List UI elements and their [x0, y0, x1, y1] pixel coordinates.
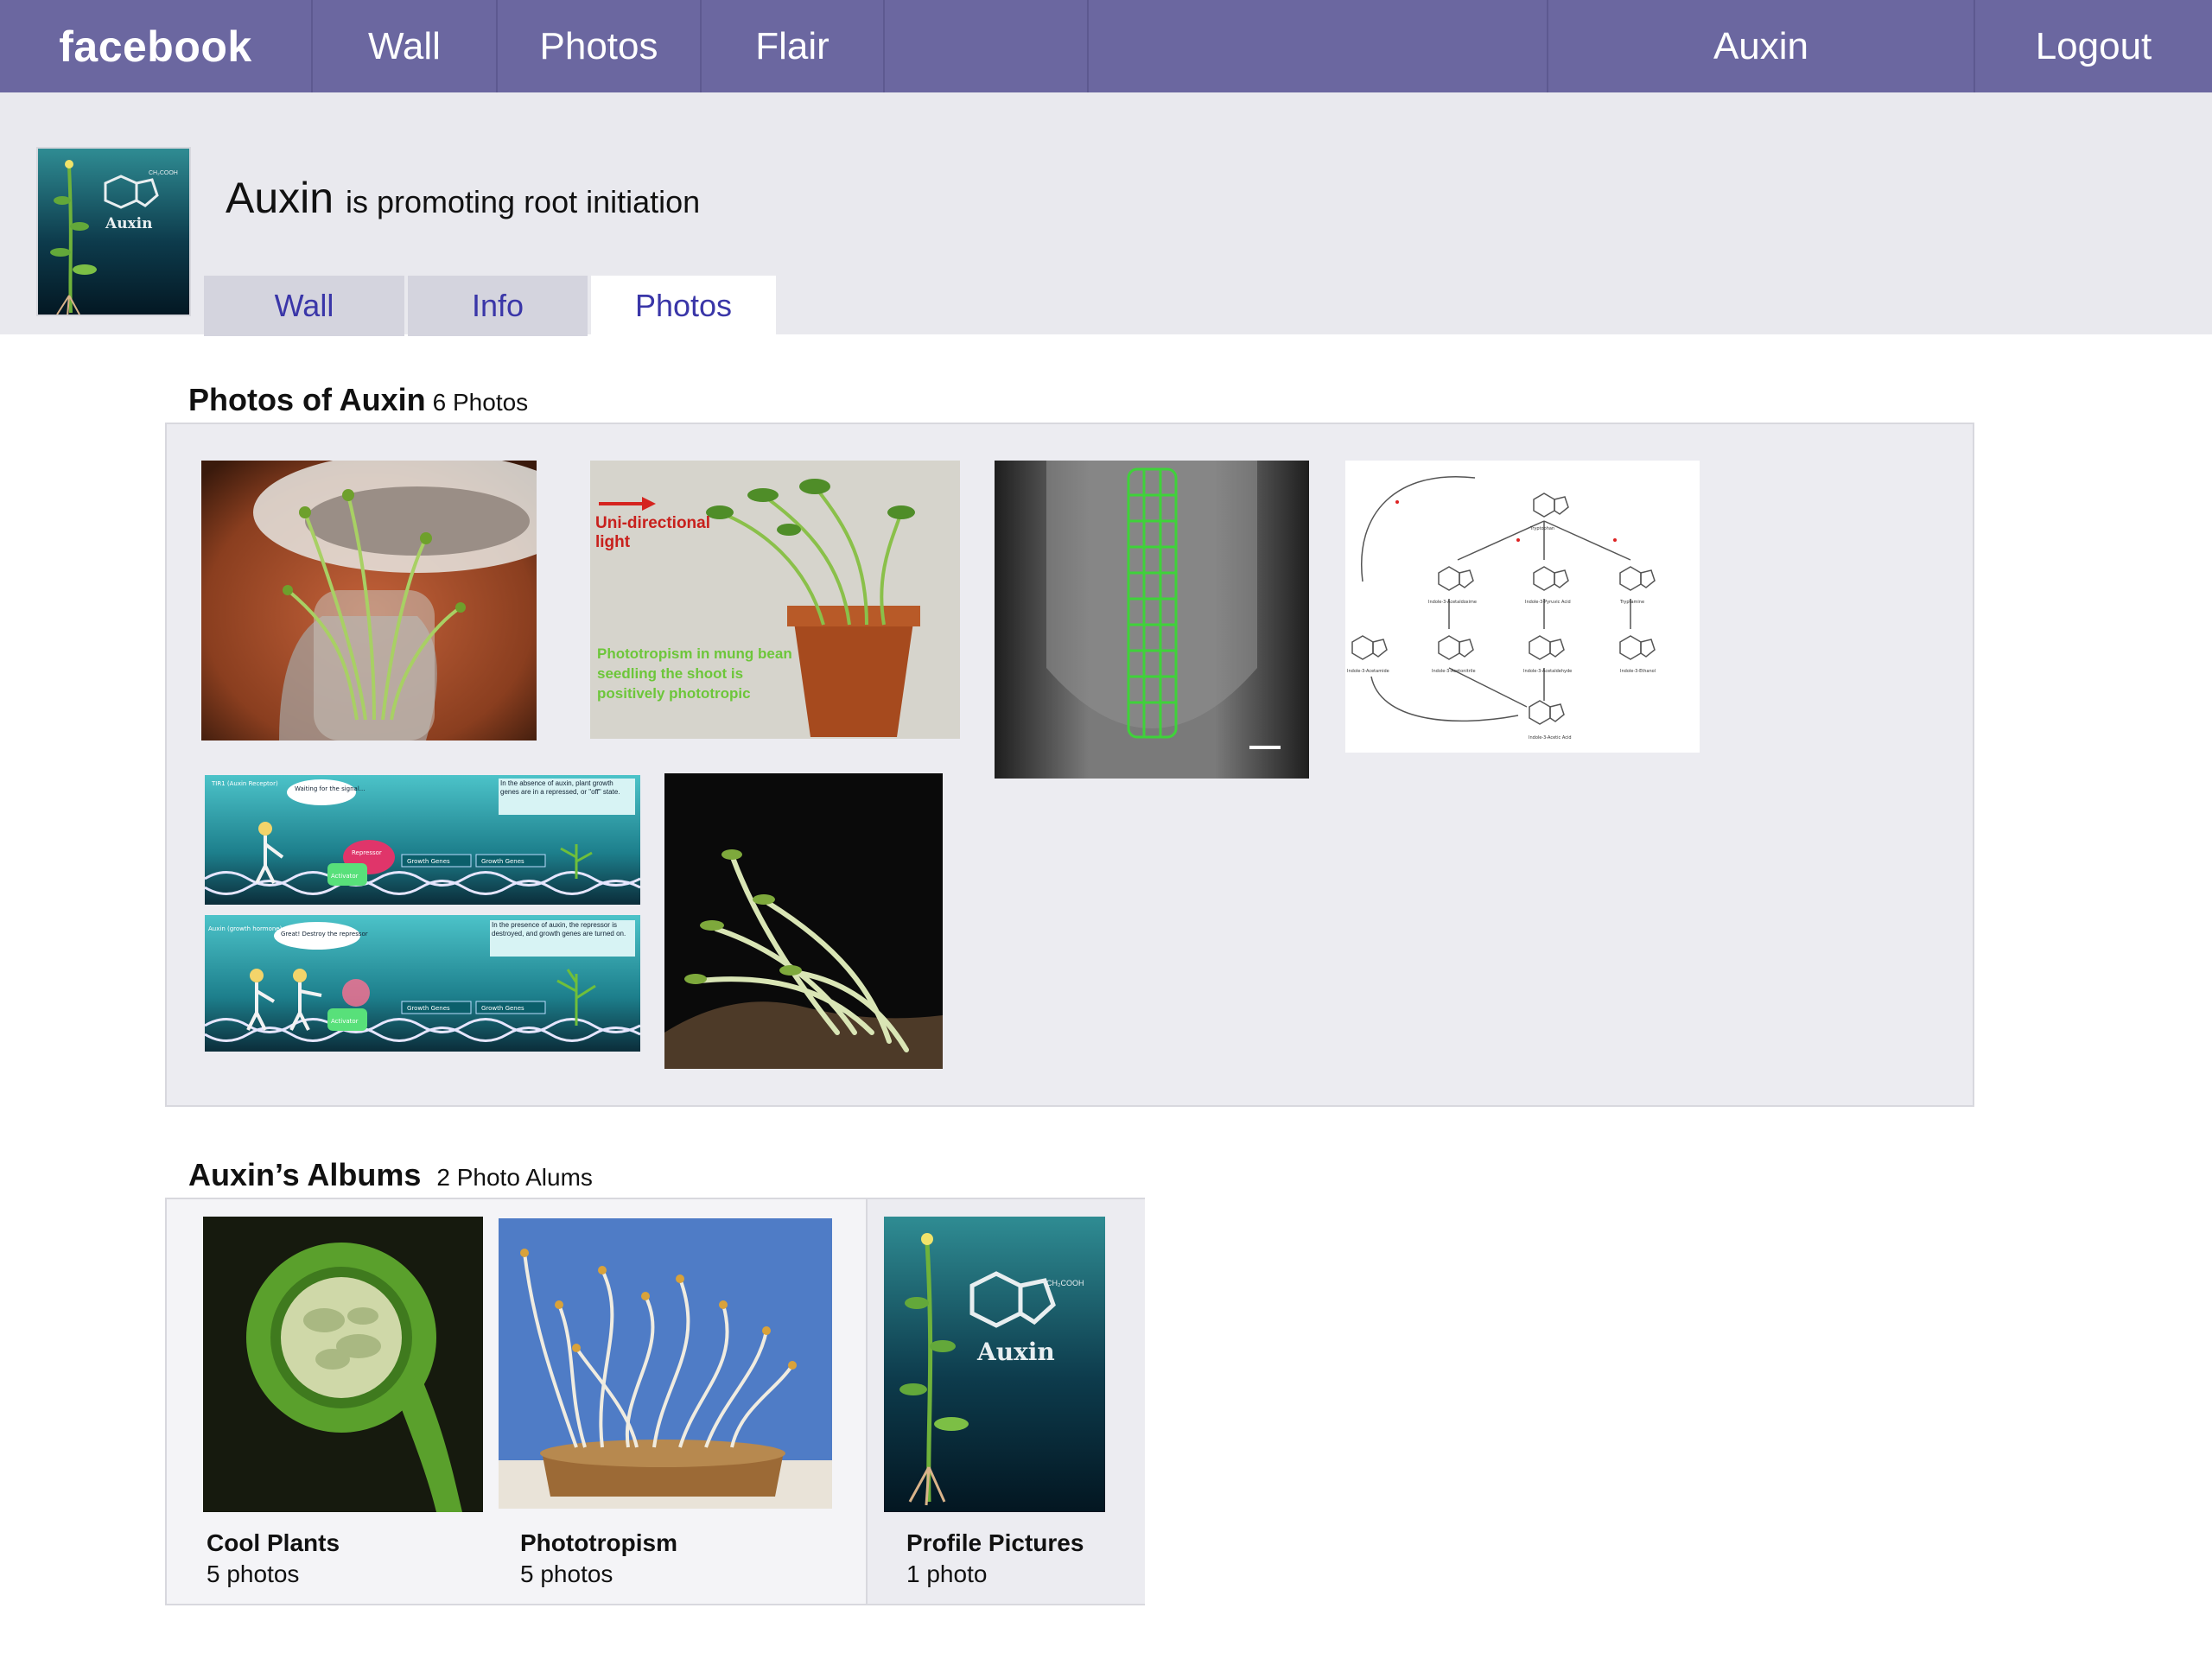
svg-text:Indole-3-Pyruvic Acid: Indole-3-Pyruvic Acid — [1525, 600, 1571, 605]
albums-section-title: Auxin’s Albums 2 Photo Alums — [188, 1157, 593, 1193]
svg-text:Growth Genes: Growth Genes — [481, 1005, 524, 1012]
albums-count: 2 Photo Alums — [436, 1164, 593, 1191]
svg-text:Indole-3-Acetamide: Indole-3-Acetamide — [1347, 669, 1389, 674]
svg-text:Tryptamine: Tryptamine — [1619, 600, 1644, 605]
svg-text:Indole-3-Acetaldehyde: Indole-3-Acetaldehyde — [1523, 669, 1572, 674]
avatar-image: Auxin CH₂COOH — [38, 149, 189, 315]
svg-text:Indole-3-Ethanol: Indole-3-Ethanol — [1620, 669, 1656, 674]
svg-text:Waiting for the signal...: Waiting for the signal... — [295, 785, 365, 792]
profile-status: Auxin is promoting root initiation — [226, 173, 700, 223]
photos-section-title: Photos of Auxin 6 Photos — [188, 382, 528, 418]
svg-text:Growth Genes: Growth Genes — [407, 1005, 450, 1012]
album-name-profile-pictures[interactable]: Profile Pictures — [906, 1529, 1084, 1557]
top-nav-bar: facebook Wall Photos Flair Auxin Logout — [0, 0, 2212, 92]
facebook-logo[interactable]: facebook — [0, 0, 313, 92]
tab-wall[interactable]: Wall — [204, 276, 404, 336]
signaling-bottom-note: In the presence of auxin, the repressor … — [492, 921, 626, 938]
album-name-cool-plants[interactable]: Cool Plants — [207, 1529, 340, 1557]
svg-text:Indole-3-Acetonitrile: Indole-3-Acetonitrile — [1432, 669, 1476, 674]
svg-text:CH₂COOH: CH₂COOH — [1046, 1279, 1084, 1287]
tab-photos[interactable]: Photos — [591, 276, 776, 336]
profile-tabs: Wall Info Photos — [204, 276, 779, 336]
signaling-top-note: In the absence of auxin, plant growth ge… — [500, 779, 620, 796]
logout-link[interactable]: Logout — [1975, 0, 2212, 92]
status-text: is promoting root initiation — [345, 184, 701, 219]
nav-photos-link[interactable]: Photos — [498, 0, 702, 92]
photo-auxin-pathway[interactable]: Tryptophan Indole-3-Acetaldoxime Indole-… — [1345, 461, 1700, 753]
svg-text:Repressor: Repressor — [352, 849, 382, 856]
nav-wall-link[interactable]: Wall — [313, 0, 498, 92]
svg-text:Growth Genes: Growth Genes — [407, 858, 450, 865]
svg-text:TIR1 (Auxin Receptor): TIR1 (Auxin Receptor) — [211, 780, 278, 787]
svg-text:Growth Genes: Growth Genes — [481, 858, 524, 865]
album-cover-cool-plants[interactable] — [203, 1217, 483, 1512]
profile-name[interactable]: Auxin — [226, 174, 334, 222]
svg-text:Indole-3-Acetaldoxime: Indole-3-Acetaldoxime — [1428, 600, 1477, 605]
svg-text:Tryptophan: Tryptophan — [1529, 526, 1554, 531]
svg-text:Indole-3-Acetic Acid: Indole-3-Acetic Acid — [1529, 735, 1572, 741]
svg-text:Activator: Activator — [331, 873, 359, 880]
nav-user-link[interactable]: Auxin — [1548, 0, 1975, 92]
svg-text:Activator: Activator — [331, 1018, 359, 1025]
tab-info[interactable]: Info — [408, 276, 588, 336]
albums-title: Auxin’s Albums — [188, 1157, 422, 1192]
albums-list: Cool Plants 5 photos Phototropism 5 phot… — [165, 1198, 1145, 1605]
photo-root-microscopy[interactable] — [995, 461, 1309, 779]
album-cover-profile-pictures[interactable]: Auxin CH₂COOH — [884, 1217, 1105, 1512]
album-name-phototropism[interactable]: Phototropism — [520, 1529, 677, 1557]
photo-phototropism-seedling[interactable]: Uni-directional light Phototropism in mu… — [590, 461, 960, 739]
profile-avatar[interactable]: Auxin CH₂COOH — [36, 147, 191, 316]
photos-grid: Uni-directional light Phototropism in mu… — [165, 423, 1974, 1107]
album-count-cool-plants: 5 photos — [207, 1560, 300, 1587]
nav-spacer — [1089, 0, 1548, 92]
photo-seedling-jar[interactable] — [201, 461, 537, 741]
nav-flair-link[interactable]: Flair — [702, 0, 885, 92]
photo-sprouts-soil[interactable] — [664, 773, 943, 1069]
photos-count: 6 Photos — [432, 389, 529, 416]
svg-text:CH₂COOH: CH₂COOH — [149, 170, 178, 176]
svg-text:Auxin (growth hormone): Auxin (growth hormone) — [208, 925, 283, 932]
phototropism-caption: Phototropism in mung bean seedling the s… — [597, 645, 792, 702]
album-count-phototropism: 5 photos — [520, 1560, 613, 1587]
phototropism-arrow-label: Uni-directional light — [595, 514, 711, 551]
photo-auxin-signaling-cartoon[interactable]: In the absence of auxin, plant growth ge… — [205, 775, 640, 1052]
album-cover-phototropism[interactable] — [499, 1218, 832, 1509]
nav-spacer — [885, 0, 1089, 92]
svg-text:Auxin: Auxin — [976, 1338, 1055, 1366]
svg-text:Great! Destroy the repressor: Great! Destroy the repressor — [281, 931, 368, 938]
album-count-profile-pictures: 1 photo — [906, 1560, 988, 1587]
photos-title: Photos of Auxin — [188, 382, 426, 417]
svg-text:Auxin: Auxin — [105, 215, 153, 232]
